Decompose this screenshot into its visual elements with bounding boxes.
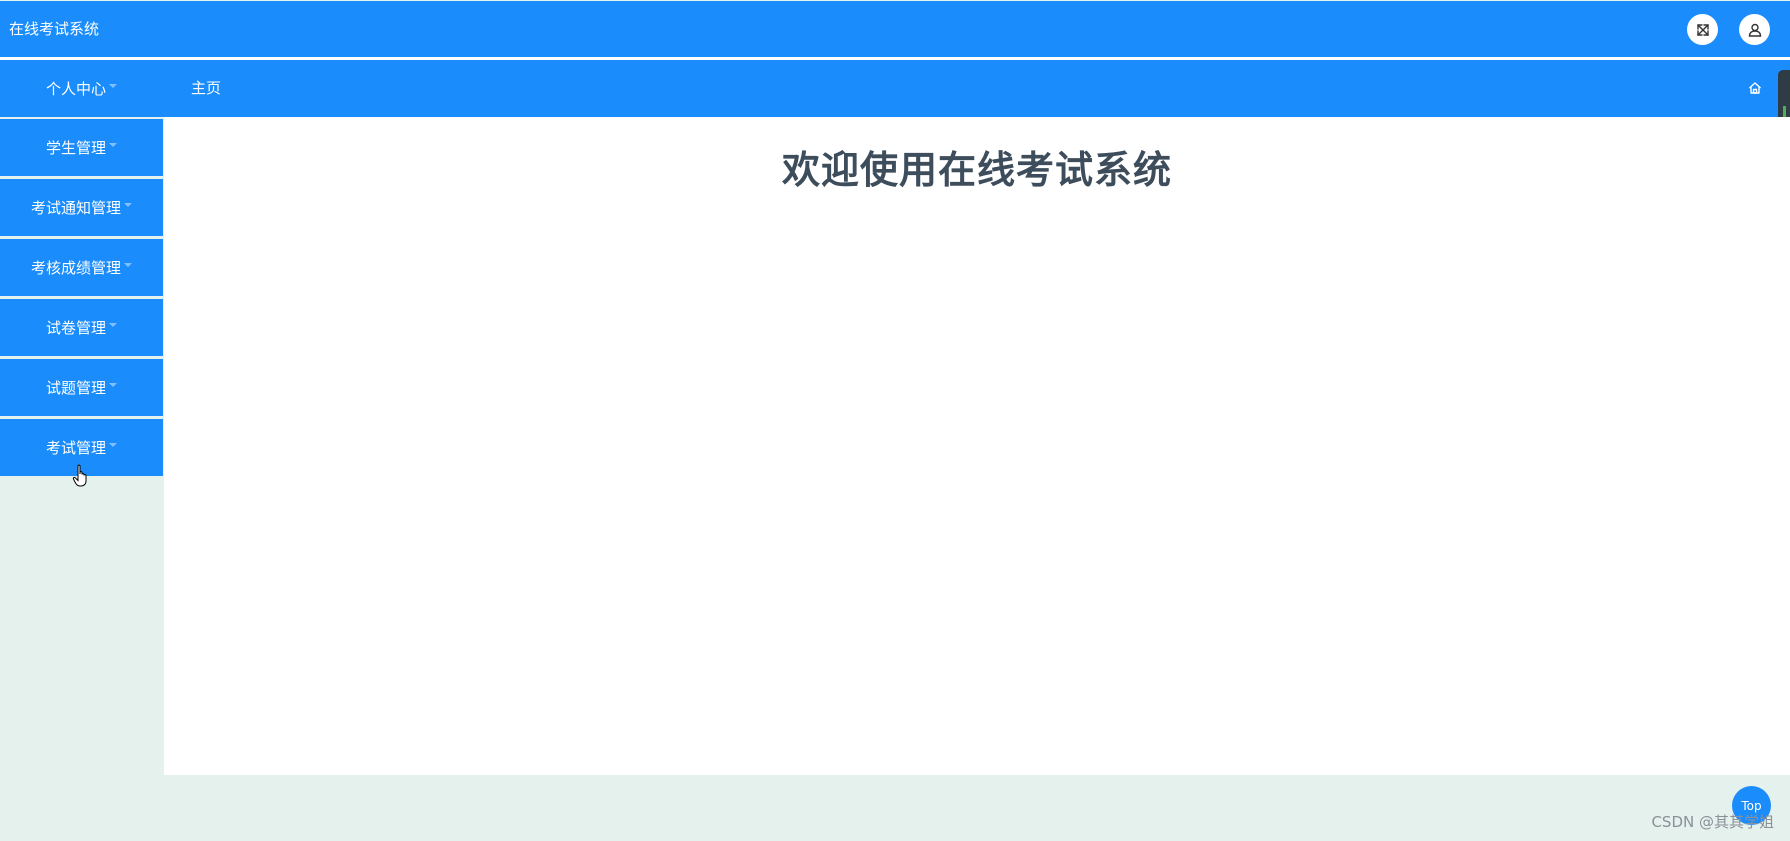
caret-down-icon (109, 382, 117, 387)
app-title: 在线考试系统 (9, 20, 100, 38)
main-content: 欢迎使用在线考试系统 (164, 117, 1790, 775)
sidebar-item-exam-notice-management[interactable]: 考试通知管理 (0, 179, 163, 236)
sidebar-item-label: 考核成绩管理 (30, 259, 121, 277)
sidebar-item-paper-management[interactable]: 试卷管理 (0, 299, 163, 356)
home-button[interactable] (1747, 80, 1763, 96)
sidebar-item-label: 试题管理 (45, 379, 106, 397)
hand-cursor-icon (72, 464, 87, 487)
watermark: CSDN @其其学姐 (1651, 813, 1774, 831)
nav-bar: 个人中心 主页 (0, 60, 1790, 117)
caret-down-icon (109, 442, 117, 447)
caret-down-icon (109, 322, 117, 327)
sidebar-item-label: 学生管理 (45, 139, 106, 157)
sidebar-item-label: 试卷管理 (45, 319, 106, 337)
fullscreen-button[interactable] (1687, 14, 1718, 45)
top-header-bar: 在线考试系统 (0, 1, 1790, 57)
sidebar-item-score-management[interactable]: 考核成绩管理 (0, 239, 163, 296)
home-icon (1749, 82, 1761, 94)
sidebar-item-question-management[interactable]: 试题管理 (0, 359, 163, 416)
sidebar-item-label: 考试管理 (45, 439, 106, 457)
breadcrumb-home[interactable]: 主页 (191, 60, 221, 117)
caret-down-icon (109, 83, 117, 88)
welcome-heading: 欢迎使用在线考试系统 (781, 148, 1172, 192)
expand-arrows-icon (1696, 23, 1709, 36)
user-menu-button[interactable] (1739, 14, 1770, 45)
sidebar-item-label: 个人中心 (45, 80, 106, 98)
caret-down-icon (109, 142, 117, 147)
sidebar-item-personal-center[interactable]: 个人中心 (0, 60, 163, 117)
sidebar-item-student-management[interactable]: 学生管理 (0, 119, 163, 176)
caret-down-icon (124, 202, 132, 207)
caret-down-icon (124, 262, 132, 267)
sidebar-item-label: 考试通知管理 (30, 199, 121, 217)
user-icon (1748, 23, 1761, 37)
